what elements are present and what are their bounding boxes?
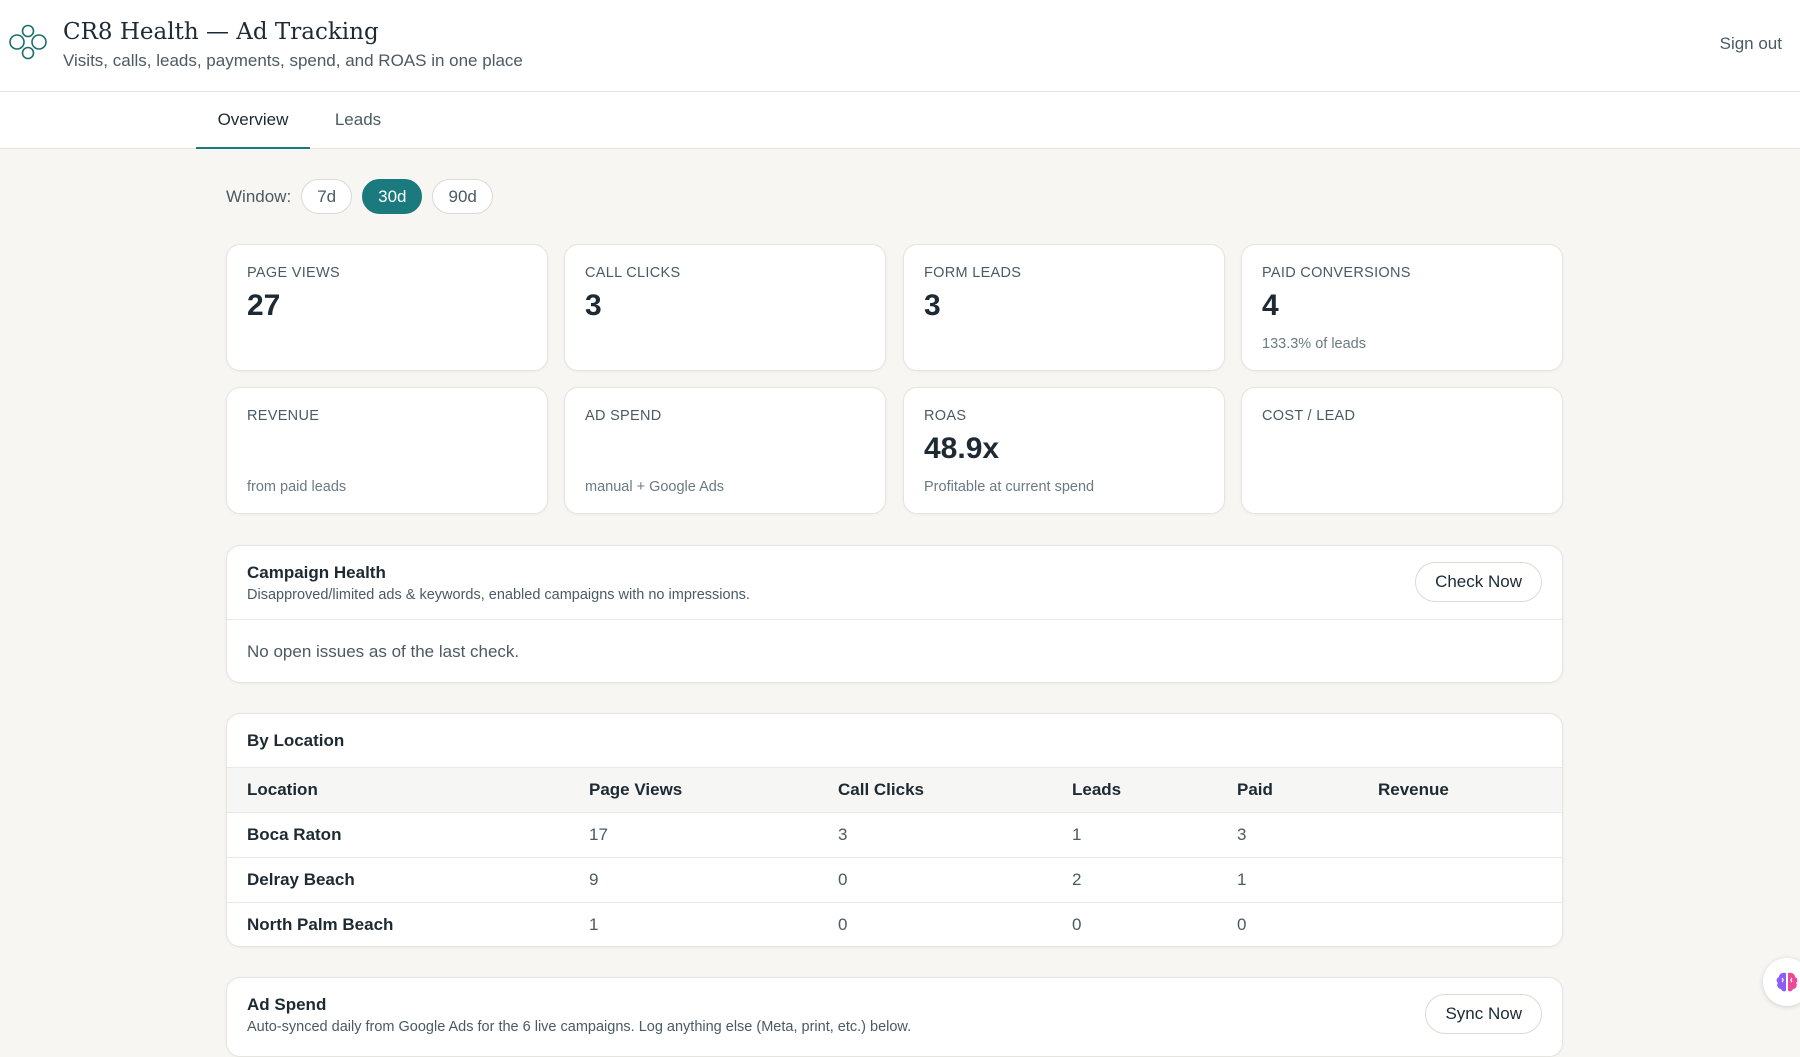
table-row: North Palm Beach 1 0 0 0	[227, 903, 1562, 947]
metric-card-paid-conversions: PAID CONVERSIONS 4 133.3% of leads	[1241, 244, 1563, 371]
tab-overview[interactable]: Overview	[196, 92, 310, 149]
metric-value: 4	[1262, 289, 1279, 322]
brain-icon	[1776, 972, 1798, 992]
window-option-30d[interactable]: 30d	[362, 179, 423, 214]
ad-spend-panel: Ad Spend Auto-synced daily from Google A…	[226, 977, 1563, 1057]
column-header-call-clicks: Call Clicks	[838, 767, 1072, 813]
cell-page-views: 17	[589, 812, 838, 858]
column-header-page-views: Page Views	[589, 767, 838, 813]
metric-card-ad-spend: AD SPEND manual + Google Ads	[564, 387, 886, 514]
cell-revenue	[1378, 903, 1562, 947]
metric-note: Profitable at current spend	[924, 479, 1095, 495]
metric-label: AD SPEND	[585, 408, 662, 424]
metric-note: 133.3% of leads	[1262, 336, 1366, 352]
metric-note: from paid leads	[247, 479, 347, 495]
cell-call-clicks: 3	[838, 812, 1072, 858]
metric-note: manual + Google Ads	[585, 479, 725, 495]
metric-card-form-leads: FORM LEADS 3	[903, 244, 1225, 371]
cell-paid: 3	[1237, 812, 1378, 858]
check-now-button[interactable]: Check Now	[1415, 562, 1542, 602]
cell-paid: 0	[1237, 915, 1247, 935]
cell-revenue	[1378, 812, 1562, 858]
column-header-location: Location	[227, 767, 589, 813]
cell-paid: 1	[1237, 857, 1378, 903]
app-subtitle: Visits, calls, leads, payments, spend, a…	[63, 51, 523, 70]
metric-value: 3	[924, 289, 941, 322]
ad-spend-title: Ad Spend	[247, 995, 327, 1014]
cell-page-views: 9	[589, 857, 838, 903]
metric-value: 27	[247, 289, 281, 322]
campaign-health-title: Campaign Health	[247, 563, 386, 582]
divider	[227, 619, 1562, 620]
tab-bar: Overview Leads	[0, 92, 1800, 149]
metric-label: REVENUE	[247, 408, 320, 424]
cell-leads: 1	[1072, 812, 1237, 858]
cell-call-clicks: 0	[838, 857, 1072, 903]
metric-label: PAID CONVERSIONS	[1262, 265, 1411, 281]
cell-leads: 0	[1072, 915, 1082, 935]
metric-label: FORM LEADS	[924, 265, 1022, 281]
location-table: Location Page Views Call Clicks Leads Pa…	[227, 767, 1562, 947]
metric-value	[247, 432, 527, 468]
cell-location: Boca Raton	[227, 812, 589, 858]
table-header-row: Location Page Views Call Clicks Leads Pa…	[227, 767, 1562, 813]
window-filter: Window: 7d 30d 90d	[226, 179, 503, 214]
ad-spend-description: Auto-synced daily from Google Ads for th…	[247, 1019, 912, 1035]
table-row: Boca Raton 17 3 1 3	[227, 812, 1562, 858]
metric-label: ROAS	[924, 408, 967, 424]
cell-leads: 2	[1072, 857, 1237, 903]
cell-location: Delray Beach	[227, 857, 589, 903]
campaign-health-description: Disapproved/limited ads & keywords, enab…	[247, 587, 750, 603]
by-location-panel: By Location Location Page Views Call Cli…	[226, 713, 1563, 947]
metric-value: 48.9x	[924, 432, 1000, 465]
metric-card-revenue: REVENUE from paid leads	[226, 387, 548, 514]
cell-call-clicks: 0	[838, 915, 848, 935]
column-header-revenue: Revenue	[1378, 767, 1562, 813]
cell-revenue	[1378, 857, 1562, 903]
metric-card-roas: ROAS 48.9x Profitable at current spend	[903, 387, 1225, 514]
cell-location: North Palm Beach	[247, 915, 394, 935]
sync-now-button[interactable]: Sync Now	[1425, 994, 1542, 1034]
metric-label: COST / LEAD	[1262, 408, 1356, 424]
app-title: CR8 Health — Ad Tracking	[63, 19, 379, 45]
metric-value: 3	[585, 289, 602, 322]
campaign-health-status: No open issues as of the last check.	[247, 642, 520, 661]
column-header-paid: Paid	[1237, 767, 1378, 813]
brand-logo-icon	[9, 24, 47, 60]
window-label: Window:	[226, 186, 292, 206]
window-option-90d[interactable]: 90d	[432, 179, 493, 214]
assistant-button[interactable]	[1763, 958, 1800, 1006]
metric-label: CALL CLICKS	[585, 265, 681, 281]
sign-out-link[interactable]: Sign out	[1720, 34, 1782, 54]
metric-card-page-views: PAGE VIEWS 27	[226, 244, 548, 371]
metric-card-call-clicks: CALL CLICKS 3	[564, 244, 886, 371]
campaign-health-panel: Campaign Health Disapproved/limited ads …	[226, 545, 1563, 683]
metric-label: PAGE VIEWS	[247, 265, 340, 281]
by-location-title: By Location	[247, 731, 345, 750]
window-option-7d[interactable]: 7d	[301, 179, 353, 214]
table-row: Delray Beach 9 0 2 1	[227, 857, 1562, 903]
metric-value	[585, 432, 865, 468]
metric-value	[1262, 432, 1542, 468]
metric-card-cost-per-lead: COST / LEAD	[1241, 387, 1563, 514]
cell-page-views: 1	[589, 915, 599, 935]
tab-leads[interactable]: Leads	[318, 92, 398, 149]
column-header-leads: Leads	[1072, 767, 1237, 813]
app-header: CR8 Health — Ad Tracking Visits, calls, …	[0, 0, 1800, 92]
